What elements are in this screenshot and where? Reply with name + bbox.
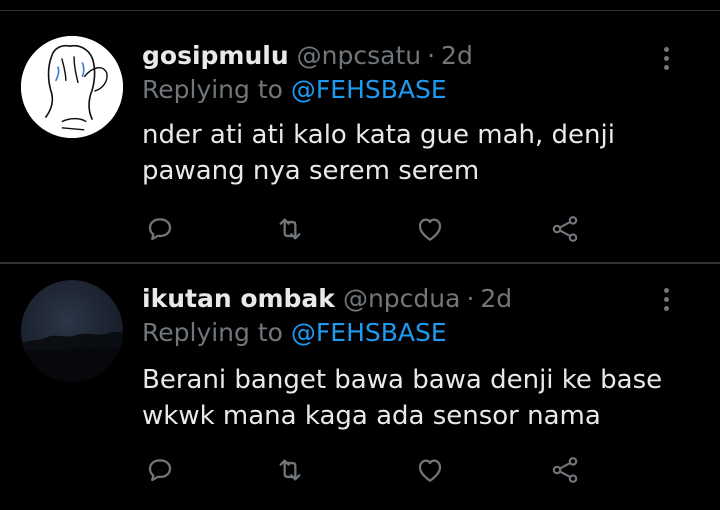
tweet-header: ikutan ombak @npcdua · 2d <box>142 283 512 315</box>
reply-button[interactable] <box>142 211 178 247</box>
avatar-drawing-icon <box>21 36 123 138</box>
tweet-text: nder ati ati kalo kata gue mah, denji pa… <box>142 117 702 189</box>
display-name[interactable]: gosipmulu <box>142 40 289 72</box>
tweet-text-line: Berani banget bawa bawa denji ke base <box>142 365 663 395</box>
reply-icon <box>148 218 172 241</box>
more-icon[interactable] <box>655 282 677 316</box>
action-bar <box>142 452 592 492</box>
share-icon <box>552 457 578 483</box>
separator-dot: · <box>466 284 475 313</box>
reply-button[interactable] <box>142 452 178 488</box>
reply-tweet[interactable]: gosipmulu @npcsatu · 2d Replying to @FEH… <box>0 11 720 261</box>
timestamp[interactable]: 2d <box>480 283 512 315</box>
separator-dot: · <box>427 41 436 70</box>
retweet-icon <box>279 218 301 240</box>
share-button[interactable] <box>547 452 583 488</box>
tweet-text: Berani banget bawa bawa denji ke base wk… <box>142 362 702 434</box>
share-icon <box>552 216 578 242</box>
user-handle[interactable]: @npcdua <box>343 283 461 315</box>
tweet-text-line: wkwk mana kaga ada sensor nama <box>142 401 601 431</box>
tweet-header: gosipmulu @npcsatu · 2d <box>142 40 473 72</box>
avatar[interactable] <box>21 36 123 138</box>
like-button[interactable] <box>412 452 448 488</box>
replying-prefix: Replying to <box>142 75 283 104</box>
tweet-text-line: pawang nya serem serem <box>142 156 480 186</box>
like-icon <box>418 218 442 241</box>
share-button[interactable] <box>547 211 583 247</box>
replying-to: Replying to @FEHSBASE <box>142 317 447 349</box>
reply-icon <box>148 459 172 482</box>
like-icon <box>418 459 442 482</box>
mention-link[interactable]: @FEHSBASE <box>291 318 447 347</box>
avatar-landscape-icon <box>21 331 123 382</box>
like-button[interactable] <box>412 211 448 247</box>
mention-link[interactable]: @FEHSBASE <box>291 75 447 104</box>
timestamp[interactable]: 2d <box>441 40 473 72</box>
more-icon[interactable] <box>655 41 677 75</box>
reply-tweet[interactable]: ikutan ombak @npcdua · 2d Replying to @F… <box>0 264 720 510</box>
retweet-button[interactable] <box>272 452 308 488</box>
retweet-icon <box>279 459 301 481</box>
avatar[interactable] <box>21 280 123 382</box>
retweet-button[interactable] <box>272 211 308 247</box>
replying-prefix: Replying to <box>142 318 283 347</box>
action-bar <box>142 211 592 251</box>
user-handle[interactable]: @npcsatu <box>297 40 421 72</box>
tweet-text-line: nder ati ati kalo kata gue mah, denji <box>142 120 615 150</box>
replying-to: Replying to @FEHSBASE <box>142 74 447 106</box>
display-name[interactable]: ikutan ombak <box>142 283 335 315</box>
